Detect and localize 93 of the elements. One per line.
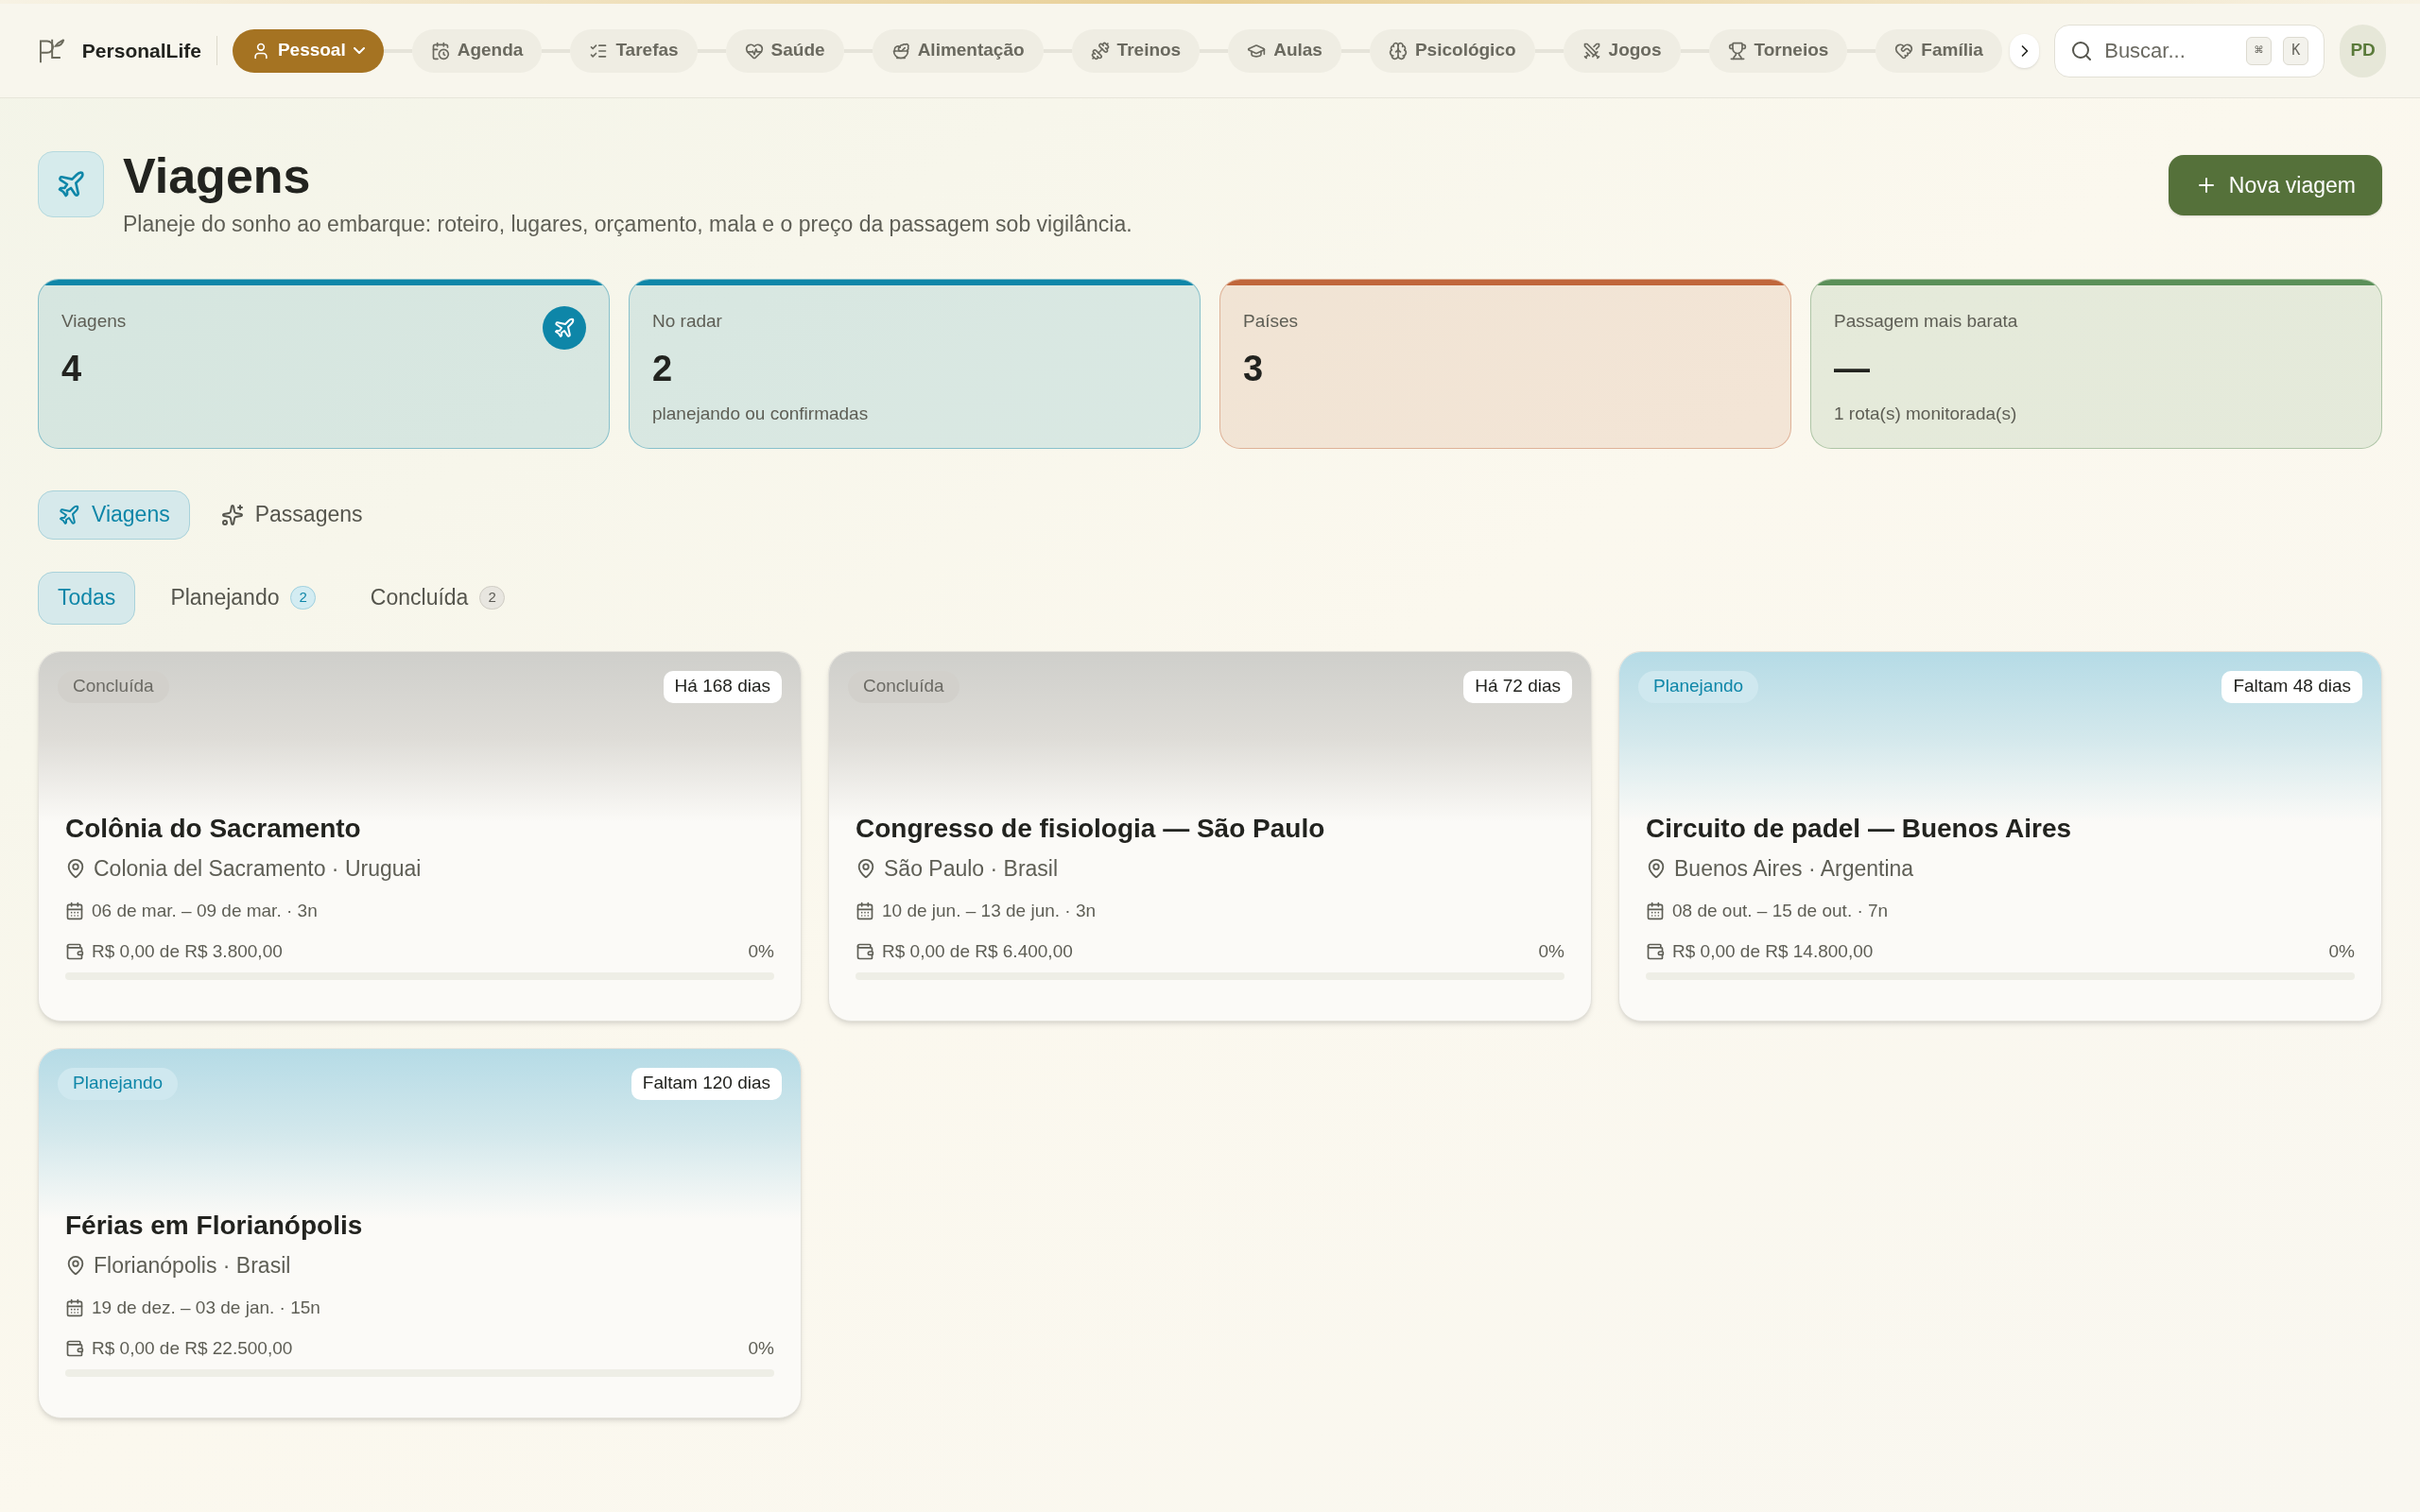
stat-label: Viagens (61, 309, 127, 333)
brain-icon (1388, 41, 1408, 60)
key-hint: K (2283, 36, 2309, 65)
filter-tab[interactable]: Planejando 2 (150, 571, 336, 625)
scroll-right-button[interactable] (2009, 33, 2040, 68)
trip-title: Colônia do Sacramento (65, 812, 362, 845)
filter-tab[interactable]: Concluída 2 (350, 571, 525, 625)
stat-label: Passagem mais barata (1834, 309, 2018, 333)
nav-tab[interactable]: Torneios (1708, 28, 1848, 73)
heart-pulse-icon (744, 41, 764, 60)
status-badge: Planejando (1638, 670, 1759, 703)
budget-percent: 0% (1538, 939, 1564, 963)
stat-value: 2 (652, 348, 674, 389)
trip-title: Férias em Florianópolis (65, 1209, 364, 1242)
nav-tab[interactable]: Agenda (411, 28, 543, 73)
nav-tab[interactable]: Família (1876, 28, 2002, 73)
trip-card[interactable]: Planejando Faltam 120 dias Férias em Florianópolis Florianópolis · Brasil 19 de dez. – 03 de jan. · 15n R$ 0,00 de R$ 22.500,00 0% (38, 1047, 802, 1418)
user-avatar[interactable]: PD (2340, 24, 2386, 77)
wallet-icon (1646, 941, 1665, 961)
filter-tab[interactable]: Todas (38, 571, 136, 625)
page-subtitle: Planeje do sonho ao embarque: roteiro, lugares, orçamento, mala e o preço da passagem sob vigilância. (123, 211, 1132, 238)
nav-tab[interactable]: Psicológico (1369, 28, 1535, 73)
calendar-icon (856, 902, 874, 921)
calendar-icon (430, 41, 450, 60)
days-badge: Faltam 48 dias (2221, 670, 2362, 703)
trip-budget: R$ 0,00 de R$ 14.800,00 (1672, 939, 1875, 963)
plane-icon (58, 503, 80, 526)
budget-percent: 0% (2328, 939, 2355, 963)
nav-tab[interactable]: Saúde (725, 28, 844, 73)
calendar-icon (65, 1298, 84, 1318)
days-badge: Há 72 dias (1463, 670, 1572, 703)
count-badge: 2 (290, 586, 316, 610)
heart-hands-icon (1894, 41, 1914, 60)
nav-tab[interactable]: Pessoal (232, 28, 384, 73)
count-badge: 2 (479, 586, 505, 610)
stat-label: Países (1243, 309, 1299, 333)
wallet-icon (65, 941, 84, 961)
stat-note: 1 rota(s) monitorada(s) (1834, 403, 2018, 425)
view-tab[interactable]: Viagens (38, 490, 190, 540)
trip-dates: 06 de mar. – 09 de mar. · 3n (92, 900, 318, 922)
plane-badge-icon (38, 151, 104, 217)
search-icon (2070, 39, 2094, 62)
trip-card[interactable]: Planejando Faltam 48 dias Circuito de padel — Buenos Aires Buenos Aires · Argentina 08 de out. – 15 de out. · 7n R$ 0,00 de R$ 14.800,00 0% (1618, 650, 2382, 1022)
trip-dates: 08 de out. – 15 de out. · 7n (1672, 900, 1889, 922)
search-field[interactable]: Buscar... ⌘ K (2054, 24, 2325, 77)
wallet-icon (856, 941, 874, 961)
trip-dates: 10 de jun. – 13 de jun. · 3n (882, 900, 1097, 922)
trophy-icon (1727, 41, 1747, 60)
map-pin-icon (1646, 857, 1667, 879)
search-input[interactable]: Buscar... (2104, 35, 2236, 66)
trip-location: São Paulo · Brasil (884, 854, 1059, 883)
dumbbell-icon (1090, 41, 1110, 60)
trip-budget: R$ 0,00 de R$ 3.800,00 (92, 939, 284, 963)
trip-location: Colonia del Sacramento · Uruguai (94, 854, 422, 883)
stat-note: planejando ou confirmadas (652, 403, 870, 425)
trip-budget: R$ 0,00 de R$ 6.400,00 (882, 939, 1074, 963)
nav-tab[interactable]: Treinos (1071, 28, 1201, 73)
stat-value: 3 (1243, 348, 1265, 389)
nav-tab[interactable]: Tarefas (570, 28, 698, 73)
calendar-icon (1646, 902, 1665, 921)
map-pin-icon (65, 857, 86, 879)
map-pin-icon (65, 1254, 86, 1276)
calendar-icon (65, 902, 84, 921)
sparkles-icon (220, 503, 244, 526)
trip-title: Congresso de fisiologia — São Paulo (856, 812, 1326, 845)
key-hint: ⌘ (2246, 36, 2273, 65)
trip-dates: 19 de dez. – 03 de jan. · 15n (92, 1297, 320, 1319)
wallet-icon (65, 1338, 84, 1358)
status-badge: Planejando (58, 1067, 179, 1100)
stat-value: 4 (61, 348, 83, 389)
nav-tab[interactable]: Alimentação (872, 28, 1044, 73)
budget-percent: 0% (748, 1336, 774, 1360)
trip-title: Circuito de padel — Buenos Aires (1646, 812, 2073, 845)
bowl-icon (890, 41, 910, 60)
trip-location: Buenos Aires · Argentina (1674, 854, 1914, 883)
caret-icon (353, 47, 365, 54)
new-trip-button[interactable]: Nova viagem (2168, 155, 2382, 215)
map-pin-icon (856, 857, 876, 879)
nav-tab[interactable]: Jogos (1563, 28, 1681, 73)
swords-icon (1582, 41, 1601, 60)
trip-location: Florianópolis · Brasil (94, 1251, 291, 1280)
view-tab[interactable]: Passagens (200, 490, 383, 540)
budget-percent: 0% (748, 939, 774, 963)
trip-budget: R$ 0,00 de R$ 22.500,00 (92, 1336, 294, 1360)
trip-card[interactable]: Concluída Há 168 dias Colônia do Sacramento Colonia del Sacramento · Uruguai 06 de mar. – 09 de mar. · 3n R$ 0,00 de R$ 3.800,00 0% (38, 650, 802, 1022)
brand-name: PersonalLife (81, 35, 217, 66)
days-badge: Há 168 dias (663, 670, 782, 703)
stat-label: No radar (652, 309, 722, 333)
trip-card[interactable]: Concluída Há 72 dias Congresso de fisiologia — São Paulo São Paulo · Brasil 10 de jun. – 13 de jun. · 3n R$ 0,00 de R$ 6.400,00 0% (828, 650, 1592, 1022)
page-title: Viagens (123, 147, 312, 204)
nav-tab[interactable]: Aulas (1228, 28, 1341, 73)
stat-value: — (1834, 348, 1871, 389)
days-badge: Faltam 120 dias (631, 1067, 782, 1100)
